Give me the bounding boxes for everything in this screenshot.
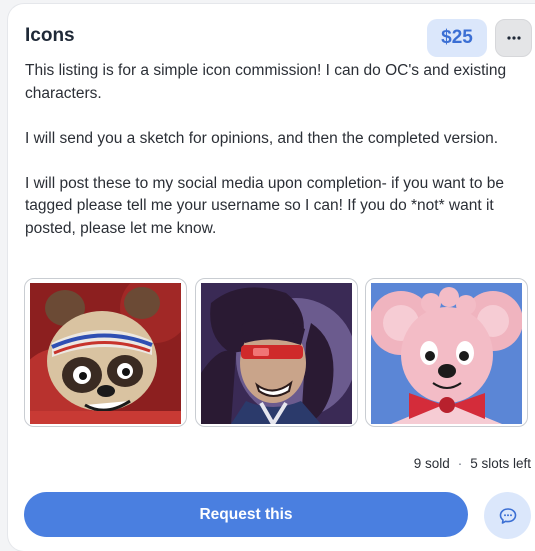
more-options-button[interactable] xyxy=(495,19,532,57)
example-image-thumbnail[interactable] xyxy=(365,278,528,427)
chat-bubble-icon xyxy=(499,507,516,524)
sold-count: 9 sold xyxy=(413,456,450,471)
example-image-thumbnail[interactable] xyxy=(195,278,358,427)
message-button[interactable] xyxy=(484,492,531,539)
stats-separator: · xyxy=(457,456,463,471)
description-paragraph: I will post these to my social media upo… xyxy=(25,174,505,237)
description-paragraph: I will send you a sketch for opinions, a… xyxy=(25,129,499,147)
listing-description: This listing is for a simple icon commis… xyxy=(25,60,530,240)
description-paragraph: This listing is for a simple icon commis… xyxy=(25,62,507,102)
price-badge: $25 xyxy=(427,19,487,57)
example-artwork-image xyxy=(30,283,181,424)
example-artwork-image xyxy=(201,283,352,424)
request-button[interactable]: Request this xyxy=(24,492,468,537)
example-artwork-image xyxy=(371,283,522,424)
ellipsis-icon xyxy=(506,36,521,40)
slots-left: 5 slots left xyxy=(470,456,531,471)
listing-card: Icons $25 This listing is for a simple i… xyxy=(8,4,535,551)
example-image-thumbnail[interactable] xyxy=(24,278,187,427)
listing-stats: 9 sold · 5 slots left xyxy=(414,456,531,471)
listing-title: Icons xyxy=(25,25,75,46)
